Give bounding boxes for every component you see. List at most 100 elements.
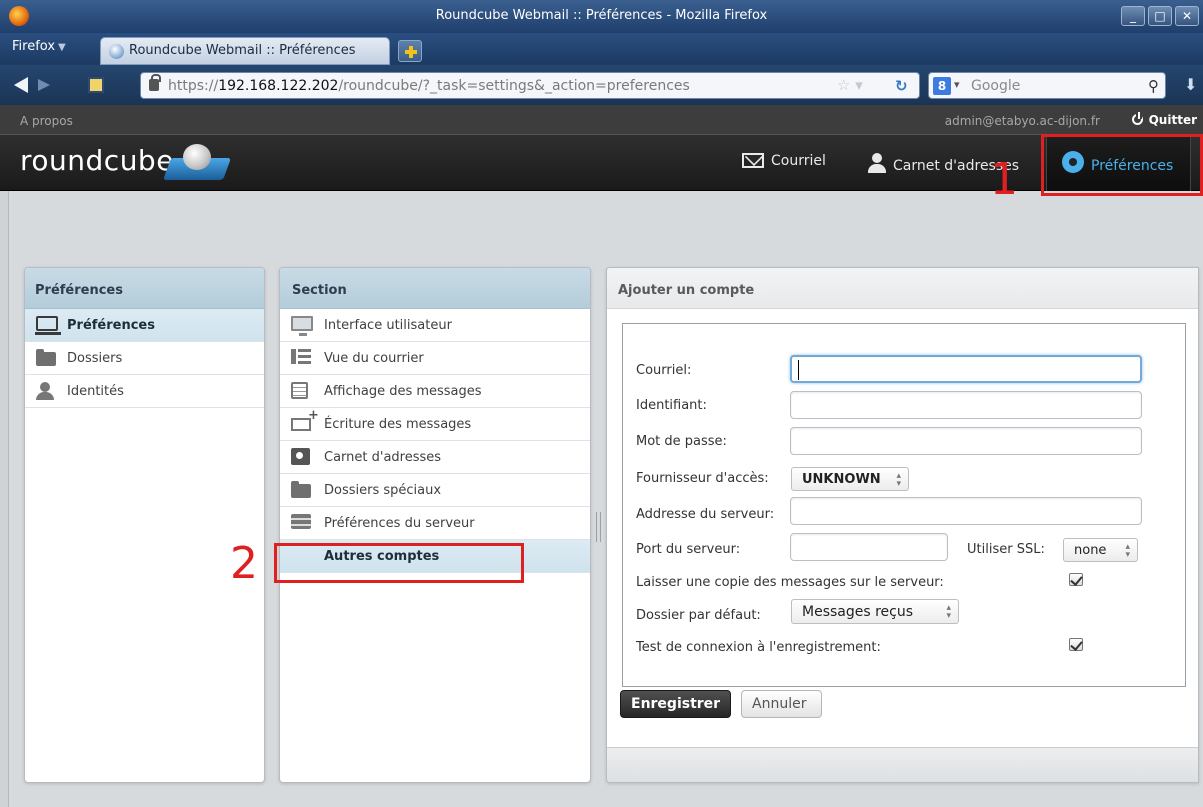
minimize-button[interactable]: _ [1121, 6, 1145, 26]
pref-item-label: Préférences [67, 318, 155, 333]
preferences-panel: Préférences Préférences Dossiers Identit… [24, 267, 265, 783]
ssl-select[interactable]: none ▴ ▾ [1063, 538, 1138, 562]
section-item-label: Affichage des messages [324, 384, 482, 399]
server-field[interactable] [790, 497, 1142, 525]
search-icon[interactable]: ⚲ [1148, 77, 1159, 95]
maximize-button[interactable]: □ [1148, 6, 1172, 26]
provider-label: Fournisseur d'accès: [636, 471, 769, 486]
section-item-special-folders[interactable]: Dossiers spéciaux [280, 474, 590, 507]
person-icon [36, 382, 54, 400]
back-arrow-icon[interactable] [14, 77, 28, 93]
pref-item-folders[interactable]: Dossiers [25, 342, 264, 375]
password-label: Mot de passe: [636, 434, 727, 449]
chevron-down-icon: ▼ [58, 42, 66, 53]
section-item-display[interactable]: Affichage des messages [280, 375, 590, 408]
preferences-panel-title: Préférences [25, 268, 264, 309]
url-prefix: https:// [168, 78, 219, 94]
section-item-label: Vue du courrier [324, 351, 424, 366]
section-item-label: Interface utilisateur [324, 318, 452, 333]
window-title: Roundcube Webmail :: Préférences - Mozil… [435, 8, 768, 23]
default-folder-select-value: Messages reçus [802, 604, 914, 620]
nav-mail-label: Courriel [771, 153, 826, 169]
person-icon [868, 153, 886, 173]
updown-arrows-icon: ▴ ▾ [946, 603, 951, 621]
pref-item-identities[interactable]: Identités [25, 375, 264, 408]
envelope-icon [742, 153, 764, 168]
app-header: roundcube Courriel Carnet d'adresses Pré… [0, 135, 1203, 191]
power-icon [1131, 112, 1143, 125]
section-item-ui[interactable]: Interface utilisateur [280, 309, 590, 342]
logout-label: Quitter [1148, 113, 1197, 127]
firefox-menu-button[interactable]: Firefox ▼ [12, 39, 66, 54]
default-folder-label: Dossier par défaut: [636, 608, 761, 623]
browser-tab-roundcube[interactable]: Roundcube Webmail :: Préférences [100, 37, 390, 65]
server-icon [291, 514, 311, 529]
port-field[interactable] [790, 533, 948, 561]
document-icon [291, 382, 308, 399]
provider-select-value: UNKNOWN [802, 472, 881, 487]
section-item-mailview[interactable]: Vue du courrier [280, 342, 590, 375]
password-field[interactable] [790, 427, 1142, 455]
annotation-number-1: 1 [990, 154, 1018, 205]
section-item-label: Préférences du serveur [324, 516, 475, 531]
provider-select[interactable]: UNKNOWN ▴ ▾ [791, 467, 909, 491]
search-box[interactable]: 8 ▾ Google ⚲ [928, 72, 1166, 99]
annotation-box-2 [274, 543, 524, 583]
ssl-select-value: none [1074, 543, 1107, 558]
folder-icon [36, 349, 56, 366]
panel-splitter[interactable] [596, 512, 601, 542]
close-button[interactable]: ✕ [1175, 6, 1199, 26]
add-account-title: Ajouter un compte [607, 268, 1198, 309]
tab-strip: Firefox ▼ Roundcube Webmail :: Préférence… [0, 33, 1203, 65]
reload-icon[interactable]: ↻ [895, 77, 908, 95]
default-folder-select[interactable]: Messages reçus ▴ ▾ [791, 599, 959, 624]
roundcube-logo-icon [162, 142, 233, 186]
pref-item-label: Identités [67, 384, 124, 399]
username: admin@etabyo.ac-dijon.fr [944, 114, 1100, 128]
section-item-label: Écriture des messages [324, 417, 472, 432]
section-item-compose[interactable]: Écriture des messages [280, 408, 590, 441]
port-label: Port du serveur: [636, 542, 741, 557]
keep-copy-label: Laisser une copie des messages sur le se… [636, 575, 944, 590]
pref-item-label: Dossiers [67, 351, 123, 366]
logout-button[interactable]: Quitter [1131, 112, 1197, 127]
section-item-server[interactable]: Préférences du serveur [280, 507, 590, 540]
bookmark-icon[interactable] [88, 77, 104, 93]
login-field[interactable] [790, 391, 1142, 419]
annotation-box-1 [1041, 134, 1203, 196]
test-connection-checkbox[interactable] [1069, 638, 1083, 651]
url-host: 192.168.122.202 [218, 78, 339, 94]
address-card-icon [291, 448, 310, 465]
url-bar[interactable]: https://192.168.122.202/roundcube/?_task… [140, 72, 920, 99]
window-titlebar: Roundcube Webmail :: Préférences - Mozil… [0, 0, 1203, 33]
bookmark-star-icon[interactable]: ☆ ▾ [837, 76, 863, 94]
roundcube-favicon-icon [109, 44, 124, 59]
pref-item-preferences[interactable]: Préférences [25, 309, 264, 342]
section-item-addressbook[interactable]: Carnet d'adresses [280, 441, 590, 474]
lock-icon [149, 74, 161, 91]
cancel-button[interactable]: Annuler [741, 690, 822, 718]
keep-copy-checkbox[interactable] [1069, 573, 1083, 586]
save-button[interactable]: Enregistrer [620, 690, 731, 718]
nav-mail[interactable]: Courriel [742, 153, 826, 169]
forward-arrow-icon[interactable] [38, 79, 50, 91]
about-link[interactable]: A propos [20, 114, 73, 128]
server-label: Addresse du serveur: [636, 507, 775, 522]
laptop-icon [35, 316, 61, 335]
top-line: A propos admin@etabyo.ac-dijon.fr Quitte… [0, 105, 1203, 135]
google-engine-icon[interactable]: 8 [933, 77, 951, 95]
email-field[interactable] [790, 355, 1142, 383]
folder-icon [291, 481, 311, 498]
list-view-icon [291, 349, 311, 364]
download-arrow-icon[interactable]: ⬇ [1184, 75, 1197, 94]
annotation-number-2: 2 [230, 538, 258, 589]
window-controls: _ □ ✕ [1121, 6, 1199, 26]
ssl-label: Utiliser SSL: [967, 542, 1045, 557]
new-tab-plus-icon[interactable] [398, 40, 422, 62]
section-item-label: Carnet d'adresses [324, 450, 442, 465]
chevron-down-icon[interactable]: ▾ [954, 78, 960, 91]
section-panel-title: Section [280, 268, 590, 309]
search-engine-placeholder: Google [971, 78, 1021, 94]
url-text: https://192.168.122.202/roundcube/?_task… [168, 78, 690, 94]
text-cursor [798, 360, 799, 380]
